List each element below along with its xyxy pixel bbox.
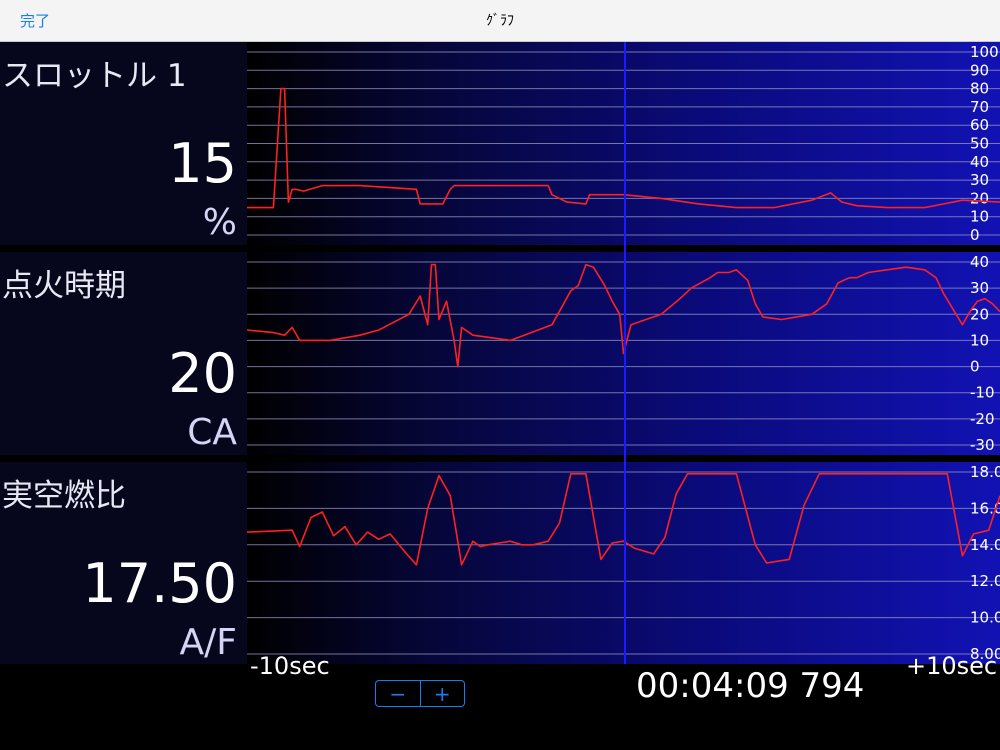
y-tick-label: 70 xyxy=(970,98,989,116)
y-tick-label: 40 xyxy=(970,253,989,271)
ignition-label-column: 点火時期 20 CA xyxy=(0,252,247,455)
y-tick-label: -20 xyxy=(970,410,995,428)
x-axis-start-label: -10sec xyxy=(250,652,330,680)
navigation-bar: 完了 ｸﾞﾗﾌ xyxy=(0,0,1000,42)
sensor-name: 点火時期 xyxy=(2,268,126,304)
y-tick-label: 100 xyxy=(970,43,999,61)
y-tick-label: 50 xyxy=(970,135,989,153)
sensor-name: 実空燃比 xyxy=(2,478,126,514)
ignition-timing-panel: 点火時期 20 CA 40 30 20 10 0 -10 -20 -30 xyxy=(0,252,1000,455)
sensor-value: 20 xyxy=(168,342,237,405)
sensor-value: 15 xyxy=(168,132,237,195)
zoom-stepper[interactable]: − + xyxy=(375,680,465,707)
y-tick-label: 10 xyxy=(970,208,989,226)
y-tick-label: -10 xyxy=(970,384,995,402)
sensor-unit: CA xyxy=(187,412,237,453)
time-cursor[interactable] xyxy=(624,42,626,664)
page-title: ｸﾞﾗﾌ xyxy=(486,13,514,29)
y-tick-label: 0 xyxy=(970,358,980,376)
y-tick-label: 12.00 xyxy=(970,572,1000,590)
y-tick-label: 80 xyxy=(970,80,989,98)
y-tick-label: 20 xyxy=(970,189,989,207)
y-tick-label: 60 xyxy=(970,116,989,134)
afr-label-column: 実空燃比 17.50 A/F xyxy=(0,462,247,664)
playback-timestamp: 00:04:09 794 xyxy=(636,666,865,706)
zoom-in-button[interactable]: + xyxy=(421,681,465,706)
y-tick-label: 0 xyxy=(970,226,980,244)
y-tick-label: 10.00 xyxy=(970,609,1000,627)
y-tick-label: 30 xyxy=(970,171,989,189)
y-tick-label: 90 xyxy=(970,61,989,79)
y-tick-label: 10 xyxy=(970,331,989,349)
sensor-unit: A/F xyxy=(179,622,237,663)
throttle-panel: スロットル 1 15 % 100 90 80 70 60 50 40 30 20 10 0 xyxy=(0,42,1000,245)
sensor-name: スロットル 1 xyxy=(2,58,187,94)
y-tick-label: 14.00 xyxy=(970,536,1000,554)
sensor-unit: % xyxy=(202,202,237,243)
sensor-value: 17.50 xyxy=(82,552,237,615)
x-axis-end-label: +10sec xyxy=(906,652,998,680)
zoom-out-button[interactable]: − xyxy=(376,681,421,706)
y-tick-label: 18.00 xyxy=(970,463,1000,481)
y-tick-label: -30 xyxy=(970,436,995,454)
air-fuel-ratio-panel: 実空燃比 17.50 A/F 18.0016.0014.0012.0010.00… xyxy=(0,462,1000,664)
y-tick-label: 40 xyxy=(970,153,989,171)
y-tick-label: 30 xyxy=(970,279,989,297)
throttle-label-column: スロットル 1 15 % xyxy=(0,42,247,245)
